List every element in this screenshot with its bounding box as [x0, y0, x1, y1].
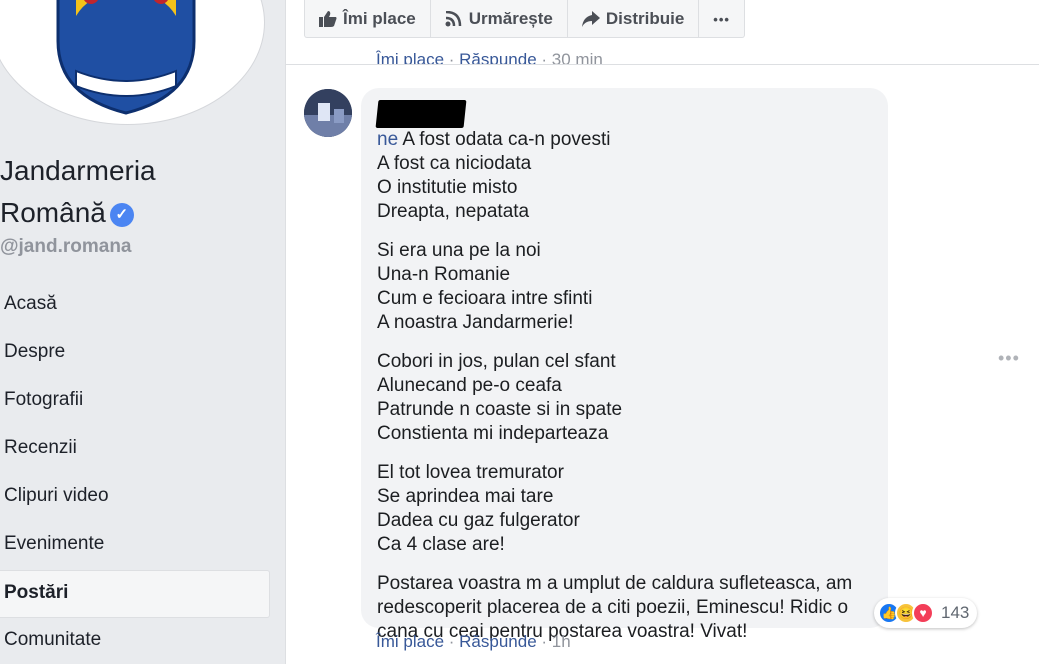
previous-reply-link[interactable]: Răspunde — [459, 50, 537, 64]
separator-dot: · — [541, 632, 552, 651]
share-arrow-icon — [581, 11, 600, 27]
thumbs-up-icon — [319, 11, 337, 27]
stanza-line: Se aprindea mai tare — [377, 486, 554, 507]
page-name[interactable]: Jandarmeria Română ✓ — [0, 150, 156, 234]
stanza-2: Si era una pe la noi Una-n Romanie Cum e… — [377, 239, 872, 335]
share-page-button[interactable]: Distribuie — [568, 0, 700, 38]
stanza-line: A noastra Jandarmerie! — [377, 312, 574, 333]
page-action-bar: Îmi place Urmărește Distribuie ••• — [304, 0, 745, 38]
commenter-name-suffix[interactable]: ne — [377, 129, 398, 150]
nav-item-acasa[interactable]: Acasă — [0, 282, 270, 330]
nav-item-comunitate[interactable]: Comunitate — [0, 618, 270, 664]
nav-item-evenimente[interactable]: Evenimente — [0, 522, 270, 570]
stanza-line: Patrunde n coaste si in spate — [377, 399, 623, 420]
main-feed: Îmi place Urmărește Distribuie ••• Îmi p… — [285, 0, 1039, 664]
stanza-line: Ca 4 clase are! — [377, 534, 505, 555]
like-page-label: Îmi place — [343, 9, 416, 28]
stanza-line: Cobori in jos, pulan cel sfant — [377, 351, 616, 372]
stanza-line: Dadea cu gaz fulgerator — [377, 510, 580, 531]
nav-item-despre[interactable]: Despre — [0, 330, 270, 378]
stanza-line: Cum e fecioara intre sfinti — [377, 288, 593, 309]
rss-icon — [445, 11, 462, 27]
comment-timestamp[interactable]: 1h — [552, 632, 571, 651]
nav-item-fotografii[interactable]: Fotografii — [0, 378, 270, 426]
separator-dot: · — [448, 50, 460, 64]
comment-bubble: ne A fost odata ca-n povesti A fost ca n… — [361, 88, 888, 642]
nav-item-clipuri-video[interactable]: Clipuri video — [0, 474, 270, 522]
stanza-line: Una-n Romanie — [377, 264, 511, 285]
comment-actions: Îmi place · Răspunde · 1h — [376, 632, 571, 652]
stanza-line-text: A fost odata ca-n povesti — [402, 129, 611, 150]
stanza-line: Si era una pe la noi — [377, 240, 541, 261]
previous-timestamp[interactable]: 30 min — [552, 50, 603, 64]
verified-badge-icon: ✓ — [109, 203, 134, 227]
divider — [286, 64, 1039, 65]
stanza-3: Cobori in jos, pulan cel sfant Alunecand… — [377, 350, 872, 446]
follow-page-button[interactable]: Urmărește — [431, 0, 568, 38]
love-reaction-icon: ♥ — [912, 602, 934, 624]
commenter-photo — [304, 89, 352, 137]
comment-options-icon[interactable]: ••• — [998, 348, 1020, 369]
stanza-line: Alunecand pe-o ceafa — [377, 375, 562, 396]
follow-page-label: Urmărește — [468, 9, 553, 28]
stanza-line: A fost ca niciodata — [377, 153, 532, 174]
page-nav: Acasă Despre Fotografii Recenzii Clipuri… — [0, 282, 270, 664]
separator-dot: · — [448, 632, 460, 651]
stanza-line: Dreapta, nepatata — [377, 201, 530, 222]
more-options-button[interactable]: ••• — [699, 0, 744, 38]
nav-item-postari[interactable]: Postări — [0, 570, 270, 618]
previous-comment-actions: Îmi place · Răspunde · 30 min — [376, 50, 603, 64]
nav-item-recenzii[interactable]: Recenzii — [0, 426, 270, 474]
comment-reply-link[interactable]: Răspunde — [459, 632, 537, 651]
page-name-line2-text: Română — [0, 197, 106, 228]
share-page-label: Distribuie — [605, 9, 685, 28]
page-name-line2: Română ✓ — [0, 192, 156, 234]
stanza-1: ne A fost odata ca-n povesti A fost ca n… — [375, 100, 872, 224]
page-profile-picture[interactable] — [0, 0, 265, 125]
reactions-summary[interactable]: 👍 😆 ♥ 143 — [874, 598, 978, 628]
commenter-avatar[interactable] — [304, 89, 352, 137]
stanza-line: Constienta mi indeparteaza — [377, 423, 609, 444]
like-page-button[interactable]: Îmi place — [305, 0, 431, 38]
page-handle[interactable]: @jand.romana — [0, 236, 132, 258]
page-name-line1: Jandarmeria — [0, 155, 156, 186]
previous-like-link[interactable]: Îmi place — [376, 50, 444, 64]
stanza-line: O institutie misto — [377, 177, 518, 198]
separator-dot: · — [541, 50, 552, 64]
stanza-line: ne A fost odata ca-n povesti — [375, 100, 872, 152]
comment-like-link[interactable]: Îmi place — [376, 632, 444, 651]
left-column: Jandarmeria Română ✓ @jand.romana Acasă D… — [0, 0, 285, 664]
redacted-commenter-name[interactable] — [375, 100, 467, 128]
gendarmerie-crest-logo — [56, 0, 196, 115]
more-dots-icon: ••• — [713, 11, 730, 27]
stanza-line: El tot lovea tremurator — [377, 462, 564, 483]
stanza-4: El tot lovea tremurator Se aprindea mai … — [377, 461, 872, 557]
reactions-count: 143 — [941, 603, 970, 622]
